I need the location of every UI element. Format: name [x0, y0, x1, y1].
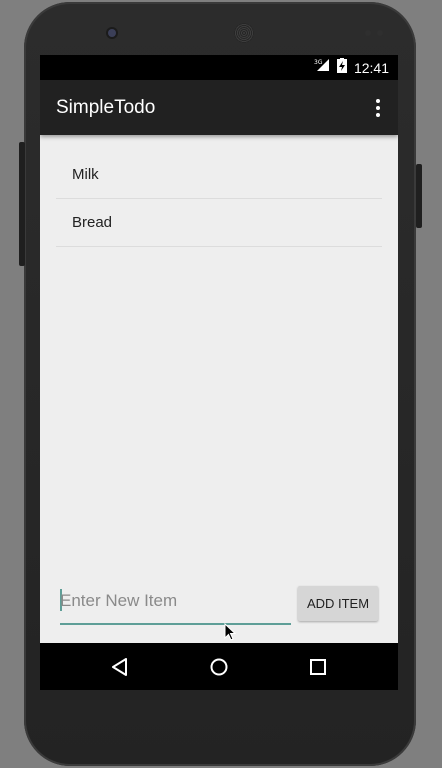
volume-button[interactable]	[19, 142, 25, 266]
network-3g-icon: 3G	[314, 58, 330, 77]
screen: 3G 12:41 SimpleTodo Milk Bread ADD ITEM	[40, 55, 398, 690]
new-item-field[interactable]	[60, 585, 291, 625]
list-item[interactable]: Milk	[56, 151, 382, 199]
new-item-input[interactable]	[60, 585, 291, 617]
status-bar: 3G 12:41	[40, 55, 398, 80]
add-item-button[interactable]: ADD ITEM	[298, 586, 378, 621]
light-sensor	[377, 30, 383, 36]
proximity-sensor	[365, 30, 371, 36]
network-type-label: 3G	[314, 59, 323, 66]
power-button[interactable]	[416, 164, 422, 228]
list-item[interactable]: Bread	[56, 199, 382, 247]
mouse-pointer-icon	[224, 622, 237, 646]
clock: 12:41	[353, 59, 389, 76]
app-title: SimpleTodo	[56, 97, 156, 118]
battery-icon	[336, 57, 347, 78]
overflow-menu-icon[interactable]	[368, 94, 388, 122]
action-bar: SimpleTodo	[40, 80, 398, 135]
recent-apps-icon[interactable]	[288, 643, 348, 690]
front-camera	[108, 29, 116, 37]
back-icon[interactable]	[90, 643, 150, 690]
home-icon[interactable]	[189, 643, 249, 690]
navigation-bar	[40, 643, 398, 690]
speaker-grille	[234, 23, 254, 43]
todo-list: Milk Bread	[56, 151, 382, 247]
